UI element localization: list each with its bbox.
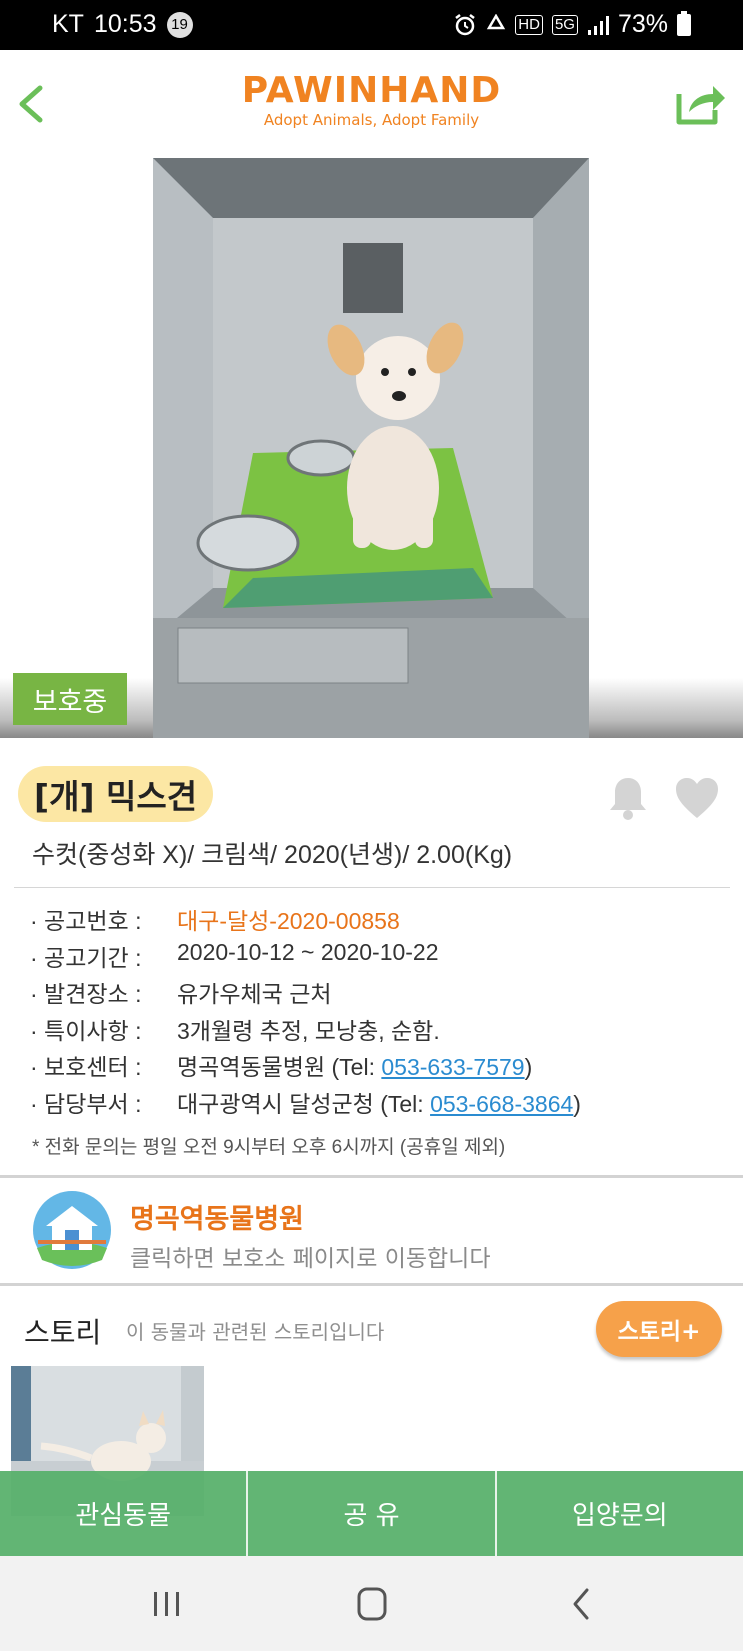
bottom-action-bar: 관심동물 공 유 입양문의: [0, 1471, 743, 1556]
info-row-notice-period: · 공고기간 : 2020-10-12 ~ 2020-10-22: [30, 939, 730, 976]
protection-status-badge: 보호중: [13, 673, 127, 725]
animal-info-list: · 공고번호 : 대구-달성-2020-00858 · 공고기간 : 2020-…: [30, 902, 730, 1121]
divider: [14, 887, 730, 888]
story-section-description: 이 동물과 관련된 스토리입니다: [126, 1320, 385, 1344]
share-button[interactable]: 공 유: [248, 1471, 497, 1556]
carrier-label: KT: [52, 10, 84, 38]
app-header: PAWINHAND Adopt Animals, Adopt Family: [0, 50, 743, 158]
app-logo: PAWINHAND Adopt Animals, Adopt Family: [0, 70, 743, 129]
hd-voice-icon: HD: [515, 14, 543, 35]
call-hours-notice: * 전화 문의는 평일 오전 9시부터 오후 6시까지 (공휴일 제외): [32, 1137, 506, 1158]
notice-period-value: 2020-10-12 ~ 2020-10-22: [177, 938, 439, 965]
info-label: · 담당부서 :: [30, 1090, 142, 1117]
story-section-title: 스토리: [24, 1316, 102, 1349]
logo-subtitle: Adopt Animals, Adopt Family: [263, 111, 480, 129]
shelter-center-value: 명곡역동물병원 (Tel: 053-633-7579): [177, 1048, 532, 1082]
status-right: HD 5G 73%: [453, 10, 691, 39]
department-value: 대구광역시 달성군청 (Tel: 053-668-3864): [177, 1085, 581, 1119]
info-row-special-notes: · 특이사항 : 3개월령 추정, 모낭충, 순함.: [30, 1012, 730, 1049]
section-divider: [0, 1283, 743, 1286]
animal-photo[interactable]: [153, 158, 589, 738]
dog-in-kennel-image: [153, 158, 589, 738]
info-label: · 발견장소 :: [30, 981, 142, 1007]
section-divider: [0, 1175, 743, 1178]
info-row-shelter-center: · 보호센터 : 명곡역동물병원 (Tel: 053-633-7579): [30, 1048, 730, 1085]
back-icon[interactable]: [557, 1584, 607, 1624]
notification-count-badge: 19: [166, 11, 193, 38]
animal-title: [개] 믹스견: [18, 766, 214, 822]
status-left: KT 10:53 19: [52, 10, 193, 39]
status-bar: KT 10:53 19 HD 5G 73%: [0, 0, 743, 50]
battery-icon: [677, 10, 691, 36]
department-close-paren: ): [573, 1090, 581, 1117]
shelter-house-icon: [33, 1191, 111, 1269]
info-row-department: · 담당부서 : 대구광역시 달성군청 (Tel: 053-668-3864): [30, 1085, 730, 1122]
info-row-notice-number: · 공고번호 : 대구-달성-2020-00858: [30, 902, 730, 939]
shelter-center-name: 명곡역동물병원 (Tel:: [177, 1054, 382, 1080]
alarm-icon: [455, 13, 476, 35]
shelter-link-card[interactable]: 명곡역동물병원 클릭하면 보호소 페이지로 이동합니다: [0, 1179, 743, 1283]
shelter-phone-link[interactable]: 053-633-7579: [381, 1054, 524, 1080]
info-row-found-place: · 발견장소 : 유가우체국 근처: [30, 975, 730, 1012]
interest-animal-button[interactable]: 관심동물: [0, 1471, 249, 1556]
notice-number-value: 대구-달성-2020-00858: [177, 908, 400, 934]
5g-icon: 5G: [551, 14, 578, 35]
shelter-description: 클릭하면 보호소 페이지로 이동합니다: [130, 1246, 491, 1272]
found-place-value: 유가우체국 근처: [177, 981, 332, 1007]
clock: 10:53: [93, 10, 157, 38]
home-icon[interactable]: [347, 1584, 397, 1624]
share-icon[interactable]: [673, 80, 727, 128]
system-nav-bar: [0, 1556, 743, 1651]
department-phone-link[interactable]: 053-668-3864: [430, 1091, 573, 1117]
department-name: 대구광역시 달성군청 (Tel:: [177, 1090, 431, 1117]
animal-photo-area: 보호중: [0, 158, 743, 738]
signal-icon: [587, 15, 609, 35]
heart-icon[interactable]: [674, 776, 720, 820]
logo-title: PAWINHAND: [241, 70, 502, 111]
info-label: · 공고번호 :: [30, 908, 142, 934]
info-label: · 보호센터 :: [30, 1054, 142, 1080]
shelter-name: 명곡역동물병원: [130, 1204, 304, 1235]
battery-percent: 73%: [617, 10, 668, 38]
animal-summary: 수컷(중성화 X)/ 크림색/ 2020(년생)/ 2.00(Kg): [32, 841, 513, 869]
story-add-button[interactable]: 스토리+: [596, 1301, 722, 1357]
recent-apps-icon[interactable]: [142, 1584, 192, 1624]
adopt-inquiry-button[interactable]: 입양문의: [497, 1471, 743, 1556]
recycle-icon: [487, 13, 506, 29]
info-label: · 특이사항 :: [30, 1017, 142, 1044]
shelter-close-paren: ): [524, 1054, 533, 1080]
special-notes-value: 3개월령 추정, 모낭충, 순함.: [177, 1017, 440, 1044]
info-label: · 공고기간 :: [30, 944, 142, 971]
bell-icon[interactable]: [606, 774, 650, 822]
